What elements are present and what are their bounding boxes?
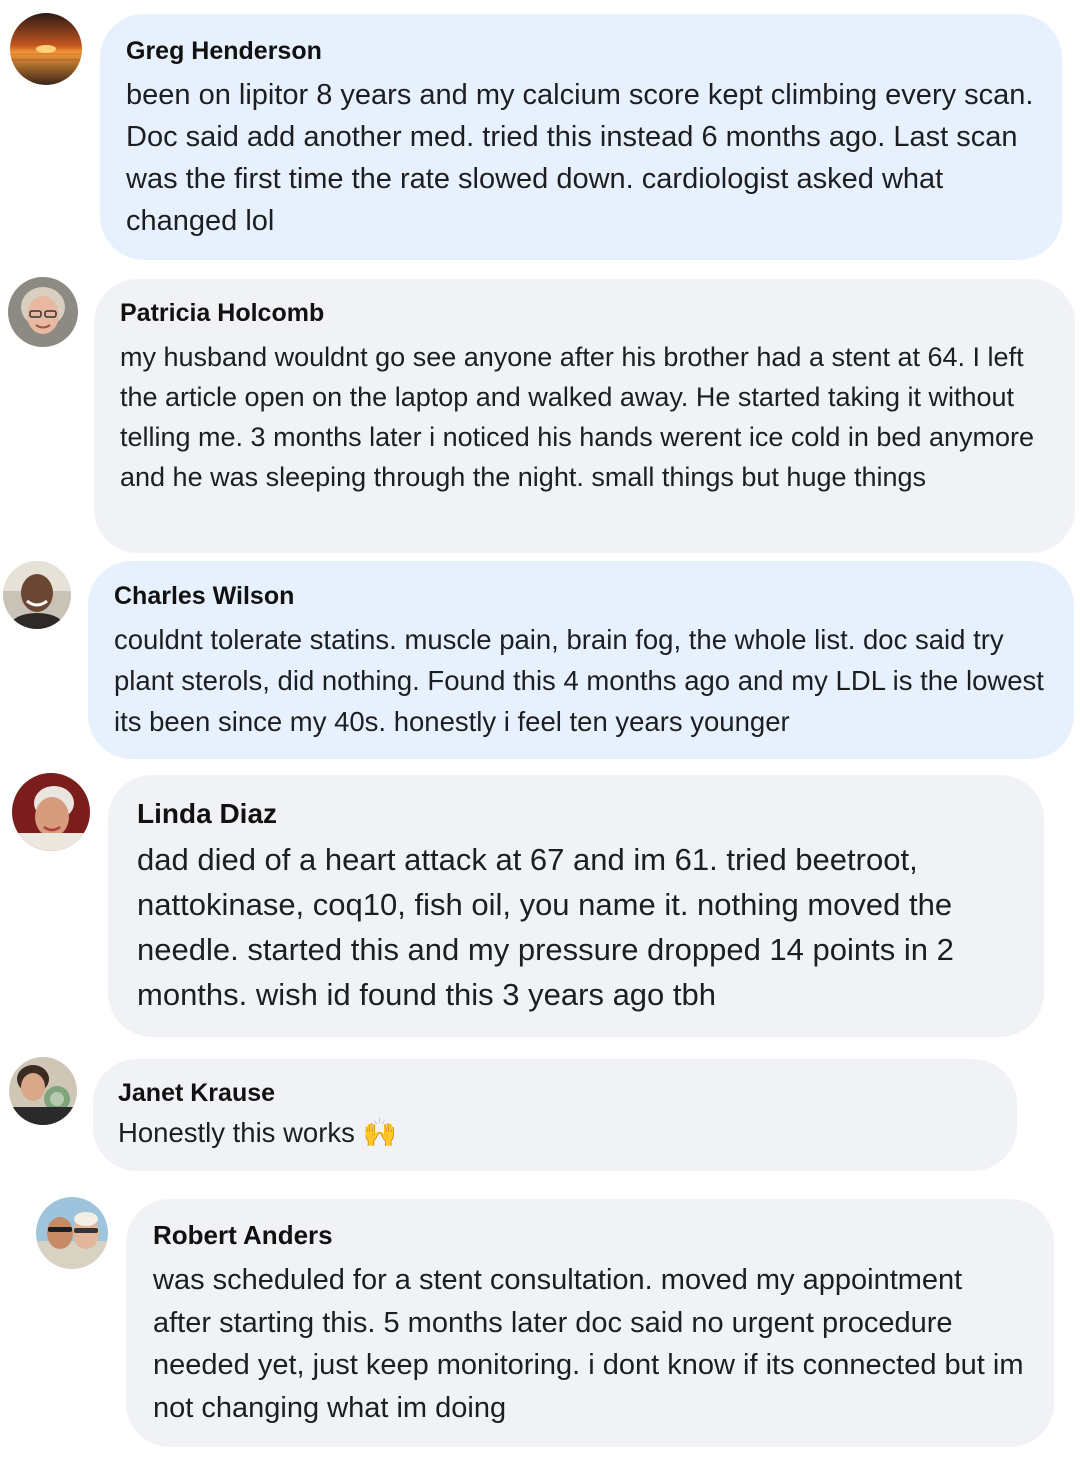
comment-text: couldnt tolerate statins. muscle pain, b… — [114, 624, 1044, 737]
comment-author[interactable]: Robert Anders — [153, 1219, 1027, 1251]
comment-text: my husband wouldnt go see anyone after h… — [120, 342, 1034, 492]
comment-bubble: Greg Henderson been on lipitor 8 years a… — [100, 14, 1062, 260]
woman-portrait-avatar-icon[interactable] — [9, 1057, 77, 1125]
comment-text: was scheduled for a stent consultation. … — [153, 1264, 1024, 1424]
woman-portrait-avatar-icon[interactable] — [12, 773, 90, 851]
comment-bubble: Janet Krause Honestly this works 🙌 — [93, 1059, 1017, 1171]
comment-text: been on lipitor 8 years and my calcium s… — [126, 79, 1034, 237]
comment-text: Honestly this works 🙌 — [118, 1116, 992, 1150]
comment-text-body: Honestly this works — [118, 1117, 355, 1148]
comment-bubble: Charles Wilson couldnt tolerate statins.… — [88, 561, 1074, 759]
comment-author[interactable]: Janet Krause — [118, 1079, 992, 1107]
comment-text: dad died of a heart attack at 67 and im … — [137, 842, 954, 1012]
comment-author[interactable]: Linda Diaz — [137, 797, 1015, 831]
woman-portrait-avatar-icon[interactable] — [8, 277, 78, 347]
sunset-avatar-icon[interactable] — [10, 13, 82, 85]
comment-bubble: Patricia Holcomb my husband wouldnt go s… — [94, 279, 1075, 553]
comment-bubble: Linda Diaz dad died of a heart attack at… — [108, 775, 1044, 1037]
raising-hands-emoji-icon: 🙌 — [362, 1117, 397, 1149]
comment-author[interactable]: Greg Henderson — [126, 36, 1036, 66]
comment-author[interactable]: Patricia Holcomb — [120, 299, 1049, 327]
man-portrait-avatar-icon[interactable] — [3, 561, 71, 629]
comment-bubble: Robert Anders was scheduled for a stent … — [126, 1199, 1054, 1447]
couple-portrait-avatar-icon[interactable] — [36, 1197, 108, 1269]
comment-author[interactable]: Charles Wilson — [114, 581, 1048, 611]
